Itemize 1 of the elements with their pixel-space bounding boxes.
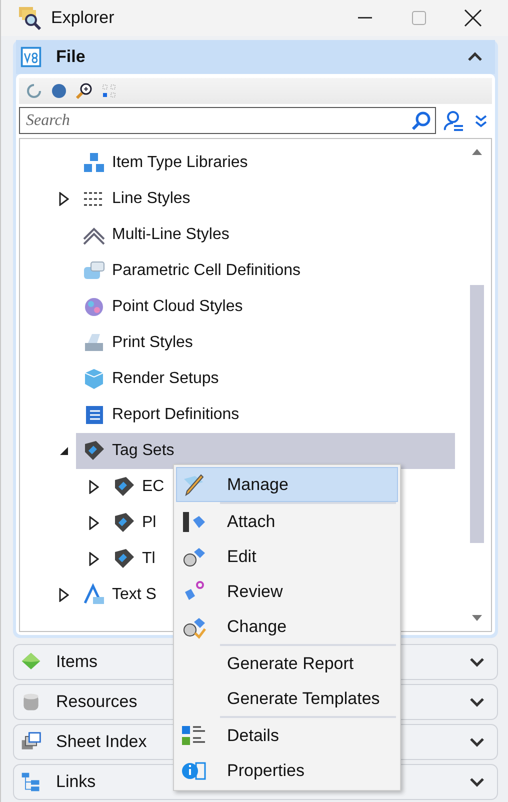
- window-title: Explorer: [51, 8, 116, 28]
